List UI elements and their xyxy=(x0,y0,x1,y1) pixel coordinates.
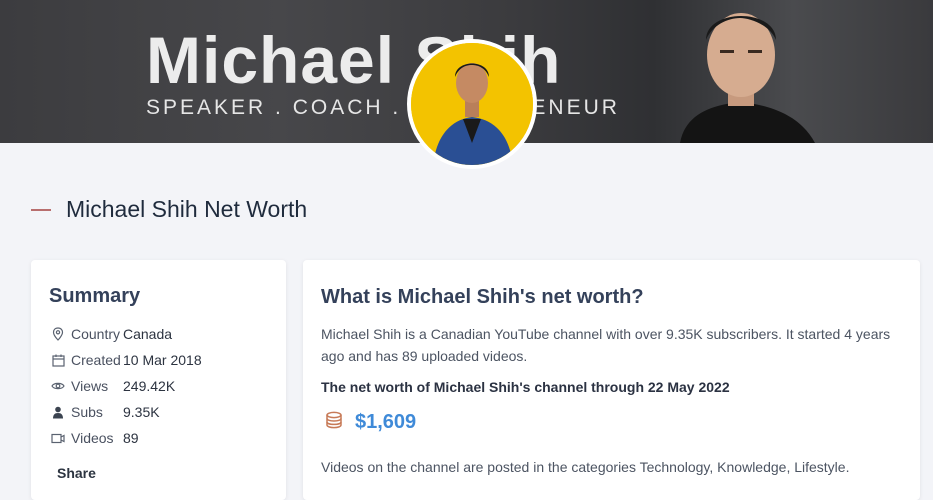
stat-value-videos: 89 xyxy=(123,430,139,446)
stat-value-subs: 9.35K xyxy=(123,404,160,420)
share-button[interactable]: Share xyxy=(57,465,96,481)
stat-value-country: Canada xyxy=(123,326,173,342)
channel-description: Michael Shih is a Canadian YouTube chann… xyxy=(321,326,891,364)
stat-label: Subs xyxy=(71,404,103,420)
coins-icon xyxy=(325,411,343,434)
avatar-person-image xyxy=(411,43,533,165)
categories-text: Videos on the channel are posted in the … xyxy=(321,459,850,475)
stat-label: Videos xyxy=(71,430,114,446)
net-worth-card: What is Michael Shih's net worth? Michae… xyxy=(303,260,920,500)
net-worth-value: $1,609 xyxy=(355,411,417,433)
net-worth-heading: Michael Shih Net Worth xyxy=(31,196,307,223)
summary-row-subs: Subs 9.35K xyxy=(51,404,160,420)
banner-person-photo xyxy=(680,13,815,143)
net-worth-question-heading: What is Michael Shih's net worth? xyxy=(321,286,644,308)
stat-label: Created xyxy=(71,352,121,368)
summary-row-country: Country Canada xyxy=(51,326,172,342)
stat-value-views: 249.42K xyxy=(123,378,176,394)
summary-title: Summary xyxy=(49,285,141,307)
calendar-icon xyxy=(51,353,65,367)
user-icon xyxy=(51,405,65,419)
net-worth-label: The net worth of Michael Shih's channel … xyxy=(321,379,730,395)
location-pin-icon xyxy=(51,327,65,341)
net-worth-row: $1,609 xyxy=(325,411,416,434)
channel-avatar[interactable] xyxy=(407,39,537,169)
summary-row-views: Views 249.42K xyxy=(51,378,175,394)
stat-label: Country xyxy=(71,326,121,342)
eye-icon xyxy=(51,379,65,393)
title-dash-decoration xyxy=(31,208,51,211)
summary-card: Summary Country Canada Created 10 Mar 20… xyxy=(31,260,286,500)
video-icon xyxy=(51,431,65,445)
summary-row-videos: Videos 89 xyxy=(51,430,139,446)
page-title: Michael Shih Net Worth xyxy=(66,196,308,222)
stat-value-created: 10 Mar 2018 xyxy=(123,352,202,368)
banner-tagline-text: SPEAKER . COACH . ENTREPRENEUR xyxy=(146,96,620,119)
summary-row-created: Created 10 Mar 2018 xyxy=(51,352,202,368)
stat-label: Views xyxy=(71,378,109,394)
